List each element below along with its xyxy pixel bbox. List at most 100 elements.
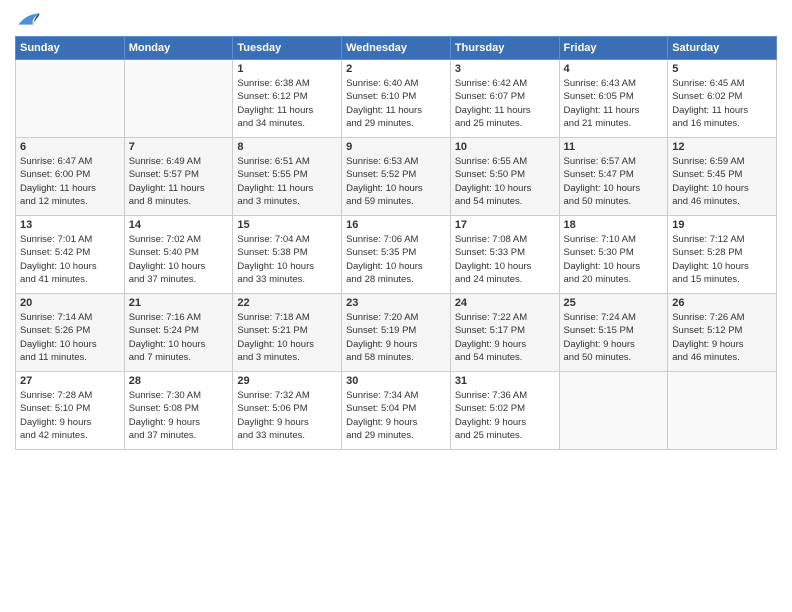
calendar-cell: 16 Sunrise: 7:06 AM Sunset: 5:35 PM Dayli… <box>342 216 451 294</box>
day-number: 7 <box>129 141 229 153</box>
calendar-cell: 5 Sunrise: 6:45 AM Sunset: 6:02 PM Daylig… <box>668 60 777 138</box>
calendar-week-row: 27 Sunrise: 7:28 AM Sunset: 5:10 PM Dayli… <box>16 372 777 450</box>
calendar-cell <box>559 372 668 450</box>
day-number: 24 <box>455 297 555 309</box>
day-info: Sunrise: 7:02 AM Sunset: 5:40 PM Dayligh… <box>129 233 229 286</box>
calendar-cell: 27 Sunrise: 7:28 AM Sunset: 5:10 PM Dayli… <box>16 372 125 450</box>
calendar-cell: 14 Sunrise: 7:02 AM Sunset: 5:40 PM Dayli… <box>124 216 233 294</box>
day-info: Sunrise: 7:16 AM Sunset: 5:24 PM Dayligh… <box>129 311 229 364</box>
calendar-cell: 26Sunrise: 7:26 AM Sunset: 5:12 PM Dayli… <box>668 294 777 372</box>
day-number: 31 <box>455 375 555 387</box>
day-info: Sunrise: 7:30 AM Sunset: 5:08 PM Dayligh… <box>129 389 229 442</box>
day-info: Sunrise: 7:04 AM Sunset: 5:38 PM Dayligh… <box>237 233 337 286</box>
day-number: 26 <box>672 297 772 309</box>
day-info: Sunrise: 6:53 AM Sunset: 5:52 PM Dayligh… <box>346 155 446 208</box>
calendar-cell: 9 Sunrise: 6:53 AM Sunset: 5:52 PM Daylig… <box>342 138 451 216</box>
calendar-cell: 24 Sunrise: 7:22 AM Sunset: 5:17 PM Dayli… <box>450 294 559 372</box>
day-number: 29 <box>237 375 337 387</box>
calendar-week-row: 13 Sunrise: 7:01 AM Sunset: 5:42 PM Dayli… <box>16 216 777 294</box>
calendar-cell: 6Sunrise: 6:47 AM Sunset: 6:00 PM Daylig… <box>16 138 125 216</box>
calendar-cell: 7 Sunrise: 6:49 AM Sunset: 5:57 PM Daylig… <box>124 138 233 216</box>
calendar-cell: 19 Sunrise: 7:12 AM Sunset: 5:28 PM Dayli… <box>668 216 777 294</box>
day-number: 15 <box>237 219 337 231</box>
day-info: Sunrise: 6:59 AM Sunset: 5:45 PM Dayligh… <box>672 155 772 208</box>
weekday-header: Wednesday <box>342 37 451 60</box>
calendar-week-row: 20 Sunrise: 7:14 AM Sunset: 5:26 PM Dayli… <box>16 294 777 372</box>
day-number: 8 <box>237 141 337 153</box>
calendar-cell: 1 Sunrise: 6:38 AM Sunset: 6:12 PM Daylig… <box>233 60 342 138</box>
calendar-table: SundayMondayTuesdayWednesdayThursdayFrid… <box>15 36 777 450</box>
day-info: Sunrise: 6:47 AM Sunset: 6:00 PM Dayligh… <box>20 155 120 208</box>
day-info: Sunrise: 6:40 AM Sunset: 6:10 PM Dayligh… <box>346 77 446 130</box>
logo-bird-icon <box>17 10 41 28</box>
day-info: Sunrise: 6:55 AM Sunset: 5:50 PM Dayligh… <box>455 155 555 208</box>
calendar-cell <box>668 372 777 450</box>
calendar-cell: 17 Sunrise: 7:08 AM Sunset: 5:33 PM Dayli… <box>450 216 559 294</box>
calendar-cell: 10 Sunrise: 6:55 AM Sunset: 5:50 PM Dayli… <box>450 138 559 216</box>
calendar-cell: 15 Sunrise: 7:04 AM Sunset: 5:38 PM Dayli… <box>233 216 342 294</box>
weekday-header: Sunday <box>16 37 125 60</box>
day-number: 30 <box>346 375 446 387</box>
calendar-header-row: SundayMondayTuesdayWednesdayThursdayFrid… <box>16 37 777 60</box>
day-number: 23 <box>346 297 446 309</box>
day-info: Sunrise: 6:43 AM Sunset: 6:05 PM Dayligh… <box>564 77 664 130</box>
day-number: 5 <box>672 63 772 75</box>
day-info: Sunrise: 7:22 AM Sunset: 5:17 PM Dayligh… <box>455 311 555 364</box>
calendar-cell: 25Sunrise: 7:24 AM Sunset: 5:15 PM Dayli… <box>559 294 668 372</box>
calendar-cell: 3 Sunrise: 6:42 AM Sunset: 6:07 PM Daylig… <box>450 60 559 138</box>
calendar-week-row: 6Sunrise: 6:47 AM Sunset: 6:00 PM Daylig… <box>16 138 777 216</box>
day-info: Sunrise: 7:36 AM Sunset: 5:02 PM Dayligh… <box>455 389 555 442</box>
day-info: Sunrise: 7:06 AM Sunset: 5:35 PM Dayligh… <box>346 233 446 286</box>
weekday-header: Monday <box>124 37 233 60</box>
day-number: 14 <box>129 219 229 231</box>
day-number: 20 <box>20 297 120 309</box>
day-number: 9 <box>346 141 446 153</box>
calendar-cell: 20 Sunrise: 7:14 AM Sunset: 5:26 PM Dayli… <box>16 294 125 372</box>
day-info: Sunrise: 7:28 AM Sunset: 5:10 PM Dayligh… <box>20 389 120 442</box>
calendar-week-row: 1 Sunrise: 6:38 AM Sunset: 6:12 PM Daylig… <box>16 60 777 138</box>
day-info: Sunrise: 6:45 AM Sunset: 6:02 PM Dayligh… <box>672 77 772 130</box>
day-number: 28 <box>129 375 229 387</box>
day-number: 11 <box>564 141 664 153</box>
calendar-cell: 28 Sunrise: 7:30 AM Sunset: 5:08 PM Dayli… <box>124 372 233 450</box>
calendar-cell: 2Sunrise: 6:40 AM Sunset: 6:10 PM Daylig… <box>342 60 451 138</box>
day-number: 13 <box>20 219 120 231</box>
day-info: Sunrise: 7:24 AM Sunset: 5:15 PM Dayligh… <box>564 311 664 364</box>
day-info: Sunrise: 6:38 AM Sunset: 6:12 PM Dayligh… <box>237 77 337 130</box>
page-container: SundayMondayTuesdayWednesdayThursdayFrid… <box>0 0 792 460</box>
calendar-cell <box>124 60 233 138</box>
day-number: 12 <box>672 141 772 153</box>
calendar-cell: 30Sunrise: 7:34 AM Sunset: 5:04 PM Dayli… <box>342 372 451 450</box>
day-number: 10 <box>455 141 555 153</box>
calendar-cell <box>16 60 125 138</box>
day-info: Sunrise: 7:20 AM Sunset: 5:19 PM Dayligh… <box>346 311 446 364</box>
day-info: Sunrise: 6:42 AM Sunset: 6:07 PM Dayligh… <box>455 77 555 130</box>
day-info: Sunrise: 6:57 AM Sunset: 5:47 PM Dayligh… <box>564 155 664 208</box>
logo <box>15 10 41 28</box>
day-info: Sunrise: 7:01 AM Sunset: 5:42 PM Dayligh… <box>20 233 120 286</box>
weekday-header: Friday <box>559 37 668 60</box>
calendar-cell: 11 Sunrise: 6:57 AM Sunset: 5:47 PM Dayli… <box>559 138 668 216</box>
page-header <box>15 10 777 28</box>
day-number: 22 <box>237 297 337 309</box>
day-number: 4 <box>564 63 664 75</box>
day-info: Sunrise: 6:49 AM Sunset: 5:57 PM Dayligh… <box>129 155 229 208</box>
day-info: Sunrise: 7:32 AM Sunset: 5:06 PM Dayligh… <box>237 389 337 442</box>
weekday-header: Thursday <box>450 37 559 60</box>
day-number: 1 <box>237 63 337 75</box>
day-info: Sunrise: 7:18 AM Sunset: 5:21 PM Dayligh… <box>237 311 337 364</box>
day-number: 21 <box>129 297 229 309</box>
day-info: Sunrise: 7:14 AM Sunset: 5:26 PM Dayligh… <box>20 311 120 364</box>
day-number: 19 <box>672 219 772 231</box>
day-info: Sunrise: 7:12 AM Sunset: 5:28 PM Dayligh… <box>672 233 772 286</box>
day-number: 18 <box>564 219 664 231</box>
day-number: 17 <box>455 219 555 231</box>
weekday-header: Tuesday <box>233 37 342 60</box>
day-number: 27 <box>20 375 120 387</box>
day-number: 3 <box>455 63 555 75</box>
weekday-header: Saturday <box>668 37 777 60</box>
calendar-cell: 13 Sunrise: 7:01 AM Sunset: 5:42 PM Dayli… <box>16 216 125 294</box>
day-info: Sunrise: 7:08 AM Sunset: 5:33 PM Dayligh… <box>455 233 555 286</box>
day-number: 16 <box>346 219 446 231</box>
calendar-cell: 8Sunrise: 6:51 AM Sunset: 5:55 PM Daylig… <box>233 138 342 216</box>
